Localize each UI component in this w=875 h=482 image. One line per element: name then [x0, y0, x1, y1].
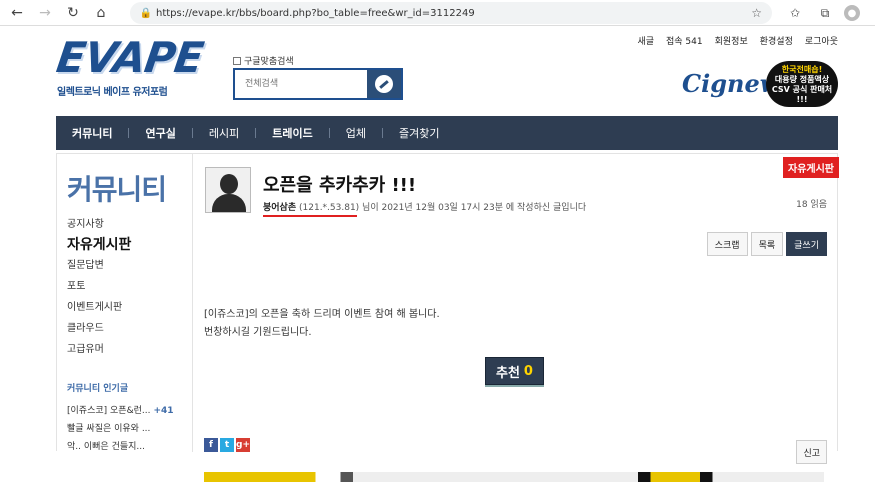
- sidebar-title: 커뮤니티: [67, 173, 167, 206]
- twitter-icon[interactable]: t: [220, 438, 234, 452]
- report-button[interactable]: 신고: [796, 440, 827, 464]
- post-body: [이쥬스코]의 오픈을 축하 드리며 이벤트 참여 해 봅니다. 번창하시길 기…: [204, 306, 440, 342]
- nav-lab[interactable]: 연구실: [129, 116, 191, 150]
- sidebar-item-humor[interactable]: 고급유머: [67, 339, 131, 360]
- post-title: 오픈을 추카추카 !!!: [263, 175, 417, 196]
- board-badge[interactable]: 자유게시판: [783, 157, 839, 178]
- banner-line2: 대용량 정품액상: [774, 75, 830, 84]
- content-area: 커뮤니티 공지사항 자유게시판 질문답변 포토 이벤트게시판 클라우드 고급유머…: [56, 153, 839, 482]
- search-area: 구글맞춤검색: [233, 54, 403, 100]
- banner-line1: 한국전매숍!: [781, 65, 823, 74]
- nav-recipe[interactable]: 레시피: [193, 116, 255, 150]
- site-logo[interactable]: EVAPE 일렉트로닉 베이프 유저포럼: [53, 33, 206, 107]
- sidebar: 커뮤니티 공지사항 자유게시판 질문답변 포토 이벤트게시판 클라우드 고급유머…: [57, 154, 193, 452]
- post-author-ip: (121.*.53.81): [299, 203, 360, 213]
- site: EVAPE 일렉트로닉 베이프 유저포럼 구글맞춤검색 새글 접속 541 회원…: [0, 27, 875, 482]
- back-icon[interactable]: ←: [6, 2, 28, 24]
- popular-title: 커뮤니티 인기글: [67, 384, 129, 394]
- search-icon: [375, 75, 393, 93]
- toplink-new[interactable]: 새글: [637, 34, 654, 47]
- toplink-member-info[interactable]: 회원정보: [715, 34, 748, 47]
- author-avatar[interactable]: [205, 167, 251, 213]
- nav-trade[interactable]: 트레이드: [256, 116, 328, 150]
- recommend-count: 0: [523, 363, 533, 379]
- post-image: [204, 472, 824, 482]
- avatar-head: [220, 174, 238, 194]
- post-body-line: 번창하시길 기원드립니다.: [204, 327, 312, 338]
- lock-icon[interactable]: 🔒: [136, 8, 156, 19]
- top-links: 새글 접속 541 회원정보 환경설정 로그아웃: [637, 34, 838, 47]
- cignew-banner[interactable]: Cignew 한국전매숍! 대용량 정품액상 CSV 공식 판매처 !!!: [682, 61, 838, 113]
- logo-subtitle: 일렉트로닉 베이프 유저포럼: [57, 87, 168, 98]
- sidebar-item-free-board[interactable]: 자유게시판: [67, 235, 131, 255]
- write-button[interactable]: 글쓰기: [786, 232, 827, 256]
- google-search-option[interactable]: 구글맞춤검색: [233, 54, 294, 67]
- popular-item[interactable]: 악.. 이뻐은 건들지...: [67, 438, 174, 456]
- post-author[interactable]: 붕어삼촌: [263, 203, 296, 213]
- view-count: 18 읽음: [796, 200, 827, 210]
- browser-toolbar: ← → ↻ ⌂ 🔒 https://evape.kr/bbs/board.php…: [0, 0, 875, 26]
- recommend-label: 추천: [496, 365, 520, 381]
- sidebar-item-event[interactable]: 이벤트게시판: [67, 297, 131, 318]
- collections-icon[interactable]: ⧉: [814, 2, 836, 24]
- author-underline: [263, 215, 357, 217]
- post-date-text: 님이 2021년 12월 03일 17시 23분 에 작성하신 글입니다: [359, 203, 587, 213]
- recommend-button[interactable]: 추천 0: [485, 357, 544, 385]
- nav-vendor[interactable]: 업체: [330, 116, 382, 150]
- sidebar-menu: 공지사항 자유게시판 질문답변 포토 이벤트게시판 클라우드 고급유머: [67, 214, 131, 360]
- nav-favorites[interactable]: 즐겨찾기: [383, 116, 455, 150]
- popular-item-text: [이쥬스코] 오픈&런...: [67, 406, 151, 416]
- post-meta: 붕어삼촌 (121.*.53.81) 님이 2021년 12월 03일 17시 …: [263, 200, 587, 217]
- popular-list: [이쥬스코] 오픈&런... +41 빨글 싸질은 이유와 ... 악.. 이뻐은…: [67, 402, 174, 456]
- list-button[interactable]: 목록: [750, 232, 784, 256]
- forward-icon[interactable]: →: [34, 2, 56, 24]
- home-icon[interactable]: ⌂: [90, 2, 112, 24]
- post-actions: 스크랩 목록 글쓰기: [706, 232, 827, 256]
- facebook-icon[interactable]: f: [204, 438, 218, 452]
- popular-item[interactable]: 빨글 싸질은 이유와 ...: [67, 420, 174, 438]
- toplink-online[interactable]: 접속 541: [666, 34, 703, 47]
- search-button[interactable]: [367, 70, 401, 98]
- post-body-line: [이쥬스코]의 오픈을 축하 드리며 이벤트 참여 해 봅니다.: [204, 309, 440, 320]
- toplink-settings[interactable]: 환경설정: [760, 34, 793, 47]
- sidebar-item-cloud[interactable]: 클라우드: [67, 318, 131, 339]
- search-box: [233, 68, 403, 100]
- google-search-label: 구글맞춤검색: [244, 57, 294, 67]
- sidebar-item-photo[interactable]: 포토: [67, 276, 131, 297]
- url-text: https://evape.kr/bbs/board.php?bo_table=…: [156, 7, 475, 19]
- sidebar-item-notice[interactable]: 공지사항: [67, 214, 131, 235]
- popular-item[interactable]: [이쥬스코] 오픈&런... +41: [67, 402, 174, 420]
- avatar-body: [212, 194, 246, 212]
- favorites-icon[interactable]: ✩: [784, 2, 806, 24]
- post-view: 자유게시판 오픈을 추카추카 !!! 붕어삼촌 (121.*.53.81) 님이…: [203, 154, 839, 482]
- bookmark-star-icon[interactable]: ☆: [751, 6, 762, 20]
- scrap-button[interactable]: 스크랩: [706, 232, 748, 256]
- popular-item-text: 빨글 싸질은 이유와 ...: [67, 424, 151, 434]
- logo-main-text: EVAPE: [53, 33, 206, 82]
- popular-item-count: +41: [153, 406, 174, 416]
- sidebar-item-qna[interactable]: 질문답변: [67, 255, 131, 276]
- banner-line3: CSV 공식 판매처: [771, 85, 833, 94]
- profile-avatar-icon[interactable]: ●: [844, 5, 860, 21]
- main-nav: 커뮤니티 연구실 레시피 트레이드 업체 즐겨찾기: [56, 116, 838, 150]
- banner-bubble: 한국전매숍! 대용량 정품액상 CSV 공식 판매처 !!!: [766, 61, 838, 107]
- google-search-checkbox[interactable]: [233, 56, 241, 65]
- google-plus-icon[interactable]: g+: [236, 438, 250, 452]
- toplink-logout[interactable]: 로그아웃: [805, 34, 838, 47]
- banner-line4: !!!: [796, 95, 808, 104]
- nav-community[interactable]: 커뮤니티: [56, 116, 128, 150]
- search-input[interactable]: [235, 70, 367, 98]
- reload-icon[interactable]: ↻: [62, 2, 84, 24]
- social-share: f t g+: [204, 438, 250, 452]
- address-bar[interactable]: 🔒 https://evape.kr/bbs/board.php?bo_tabl…: [130, 2, 772, 24]
